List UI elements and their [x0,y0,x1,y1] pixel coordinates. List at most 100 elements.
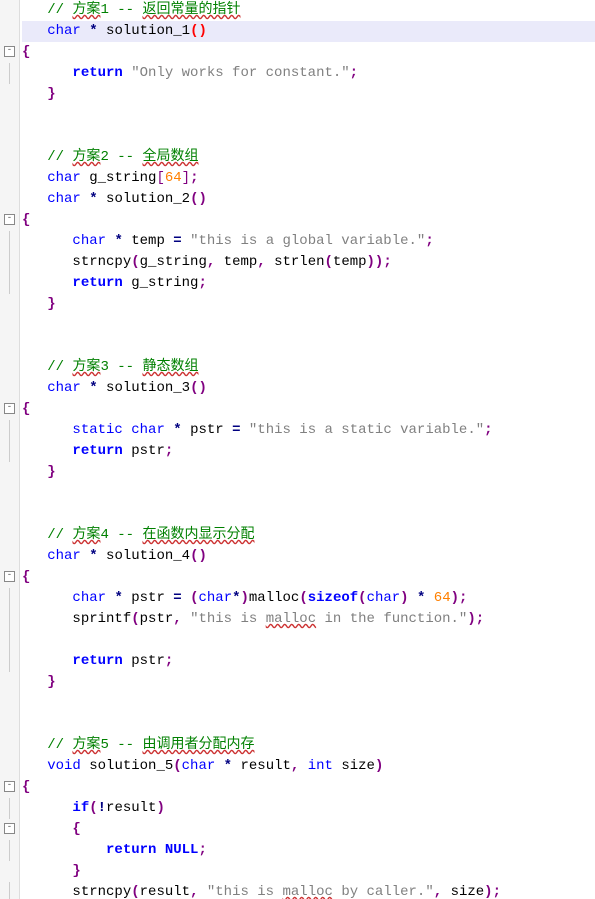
gutter-row [0,546,19,567]
code-editor[interactable]: - - - - - - // 方案1 -- 返回常量的指针 char * solution… [0,0,595,899]
pointer-star: * [114,233,131,249]
fold-toggle-icon[interactable]: - [4,46,15,57]
code-line[interactable] [22,105,595,126]
code-line[interactable]: // 方案5 -- 由调用者分配内存 [22,735,595,756]
code-line[interactable]: char g_string[64]; [22,168,595,189]
code-line[interactable]: return pstr; [22,441,595,462]
pointer-star: * [173,422,190,438]
equals-op: = [232,422,249,438]
code-line[interactable]: { [22,210,595,231]
code-line[interactable]: char * pstr = (char*)malloc(sizeof(char)… [22,588,595,609]
brace-open: { [22,401,30,417]
comment-text: // [47,149,72,165]
code-line[interactable]: void solution_5(char * result, int size) [22,756,595,777]
identifier: pstr [131,653,165,669]
fold-toggle-icon[interactable]: - [4,781,15,792]
sizeof-keyword: sizeof [308,590,358,606]
call-strncpy: strncpy [72,254,131,270]
code-line[interactable]: char * solution_4() [22,546,595,567]
code-line[interactable] [22,126,595,147]
semicolon: ; [425,233,433,249]
identifier: size [451,884,485,899]
code-line[interactable]: } [22,462,595,483]
gutter-row [0,0,19,21]
fold-gutter[interactable]: - - - - - - [0,0,20,899]
code-line[interactable]: char * solution_1() [22,21,595,42]
pointer-star: * [232,590,240,606]
code-line[interactable]: } [22,84,595,105]
gutter-row [0,672,19,693]
function-name: solution_3 [106,380,190,396]
comma: , [207,254,224,270]
code-line[interactable]: { [22,819,595,840]
code-line[interactable] [22,483,595,504]
fold-guide [9,840,10,861]
number-literal: 64 [165,170,182,186]
code-line[interactable]: strncpy(result, "this is malloc by calle… [22,882,595,899]
brace-close: } [47,296,55,312]
code-line[interactable]: return NULL; [22,840,595,861]
return-keyword: return [72,65,131,81]
fold-toggle-icon[interactable]: - [4,823,15,834]
code-area[interactable]: // 方案1 -- 返回常量的指针 char * solution_1() { r… [20,0,595,899]
fold-toggle-icon[interactable]: - [4,571,15,582]
fold-toggle-icon[interactable]: - [4,214,15,225]
code-line[interactable]: char * solution_3() [22,378,595,399]
paren-open: ( [131,254,139,270]
comment-text: 5 -- [100,737,142,753]
code-line[interactable]: // 方案4 -- 在函数内显示分配 [22,525,595,546]
gutter-row [0,147,19,168]
gutter-row [0,504,19,525]
code-line[interactable]: { [22,42,595,63]
comma: , [173,611,190,627]
code-line[interactable]: { [22,567,595,588]
paren-close: ) [375,758,383,774]
code-line[interactable]: } [22,672,595,693]
paren-open: ( [358,590,366,606]
gutter-row [0,441,19,462]
brace-open: { [22,44,30,60]
comma: , [257,254,274,270]
code-line[interactable]: sprintf(pstr, "this is malloc in the fun… [22,609,595,630]
gutter-row [0,630,19,651]
fold-guide [9,231,10,252]
code-line[interactable]: return "Only works for constant."; [22,63,595,84]
code-line[interactable]: // 方案3 -- 静态数组 [22,357,595,378]
code-line[interactable] [22,504,595,525]
code-line[interactable]: char * temp = "this is a global variable… [22,231,595,252]
gutter-row [0,84,19,105]
param-name: size [341,758,375,774]
comment-cjk: 由调用者分配内存 [142,737,254,753]
code-line[interactable]: char * solution_2() [22,189,595,210]
comment-cjk: 方案 [72,2,100,18]
static-keyword: static [72,422,131,438]
code-line[interactable] [22,630,595,651]
code-line[interactable]: } [22,294,595,315]
gutter-row [0,315,19,336]
code-line[interactable] [22,315,595,336]
code-line[interactable]: { [22,777,595,798]
return-keyword: return [72,653,131,669]
comma: , [291,758,308,774]
identifier: g_string [131,275,198,291]
code-line[interactable]: if(!result) [22,798,595,819]
code-line[interactable] [22,336,595,357]
paren-close: ) [198,548,206,564]
code-line[interactable]: static char * pstr = "this is a static v… [22,420,595,441]
code-line[interactable]: } [22,861,595,882]
code-line[interactable]: { [22,399,595,420]
fold-toggle-icon[interactable]: - [4,403,15,414]
string-literal: by caller." [333,884,434,899]
code-line[interactable] [22,693,595,714]
brace-close: } [72,863,80,879]
code-line[interactable]: return pstr; [22,651,595,672]
code-line[interactable] [22,714,595,735]
code-line[interactable]: // 方案1 -- 返回常量的指针 [22,0,595,21]
gutter-row [0,273,19,294]
paren-open: ( [299,590,307,606]
function-name: solution_4 [106,548,190,564]
code-line[interactable]: strncpy(g_string, temp, strlen(temp)); [22,252,595,273]
code-line[interactable]: // 方案2 -- 全局数组 [22,147,595,168]
identifier: pstr [131,443,165,459]
code-line[interactable]: return g_string; [22,273,595,294]
